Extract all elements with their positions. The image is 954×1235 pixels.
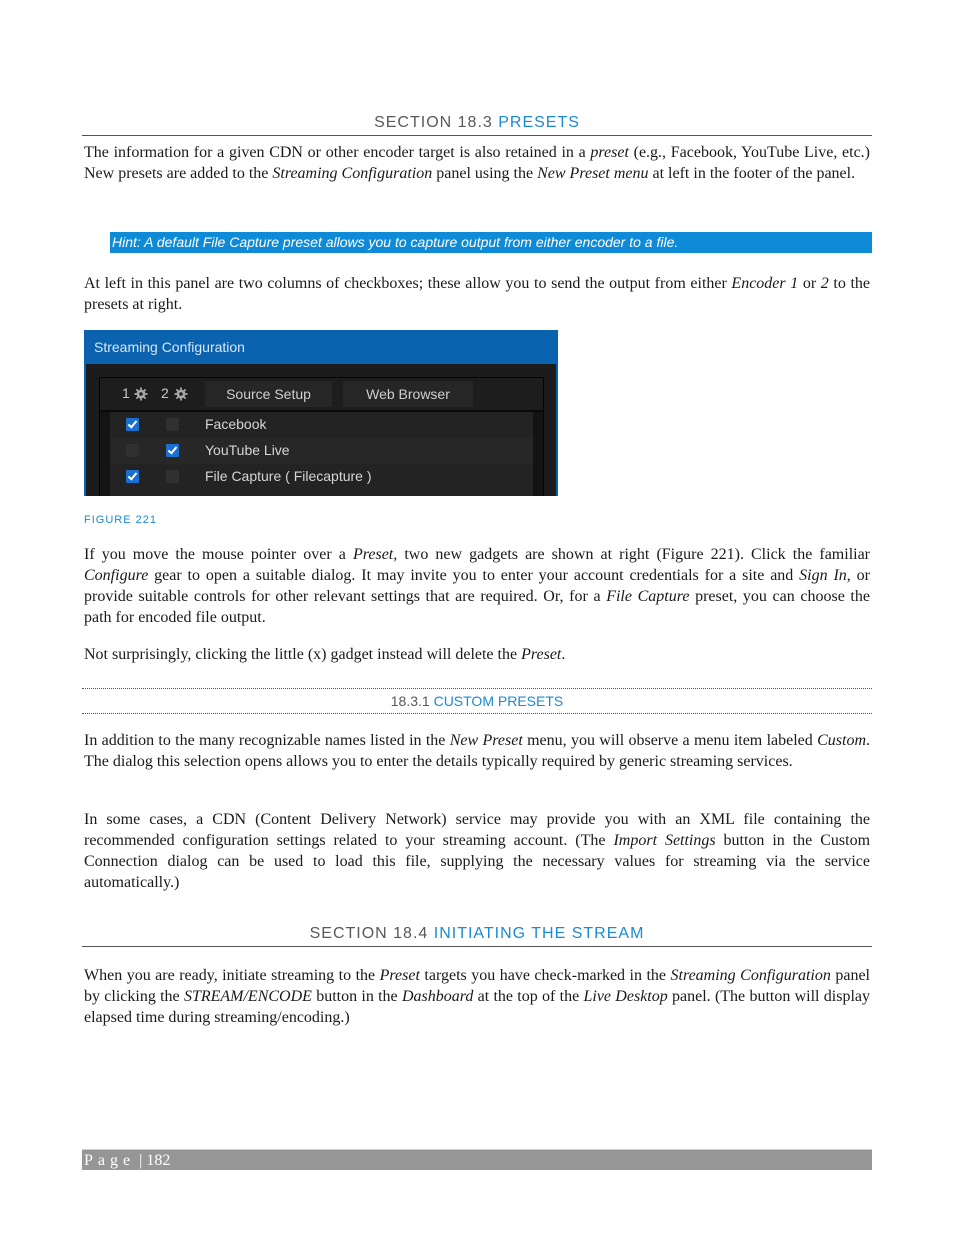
encoder-2-checkbox-youtube-live[interactable] [166,444,179,457]
streaming-configuration-panel: Streaming Configuration 1 2 Source Setup… [84,330,558,496]
paragraph-preset-gadgets: If you move the mouse pointer over a Pre… [84,546,871,626]
section-title: PRESETS [498,114,580,131]
preset-list: Facebook YouTube Live File Capture ( Fil… [110,412,533,496]
paragraph-delete-preset: Not surprisingly, clicking the little (x… [84,646,566,663]
encoder-2-checkbox-facebook[interactable] [166,418,179,431]
encoder-2-checkbox-file-capture[interactable] [166,470,179,483]
encoder-2-label: 2 [161,385,169,401]
panel-toolbar: 1 2 Source Setup Web Browser [100,378,543,412]
section-heading-18-3: SECTION 18.3 PRESETS [82,114,872,136]
section-prefix: SECTION 18.4 [309,925,429,942]
encoder-1-gear-icon[interactable] [134,387,148,401]
page-footer: Page | 182 [82,1149,872,1170]
page-label: Page [84,1152,136,1169]
preset-label: File Capture ( Filecapture ) [205,468,372,484]
page-number: 182 [146,1152,171,1169]
preset-list-container: 1 2 Source Setup Web Browser Facebook Yo… [99,377,544,496]
preset-row-youtube-live[interactable]: YouTube Live [110,438,533,464]
source-setup-button[interactable]: Source Setup [205,381,332,407]
encoder-1-checkbox-youtube-live[interactable] [126,444,139,457]
paragraph-xml-import: In some cases, a CDN (Content Delivery N… [84,811,871,891]
encoder-1-label: 1 [122,385,130,401]
section-heading-18-4: SECTION 18.4 INITIATING THE STREAM [82,925,872,947]
preset-row-file-capture[interactable]: File Capture ( Filecapture ) [110,464,533,490]
footer-separator: | [139,1152,143,1169]
web-browser-button[interactable]: Web Browser [343,381,473,407]
encoder-1-checkbox-facebook[interactable] [126,418,139,431]
preset-label: Facebook [205,416,267,432]
section-title: INITIATING THE STREAM [433,925,645,942]
paragraph-custom-presets: In addition to the many recognizable nam… [84,732,870,770]
paragraph-checkbox-columns: At left in this panel are two columns of… [84,275,870,313]
subsection-heading-18-3-1: 18.3.1 CUSTOM PRESETS [82,688,872,714]
panel-title: Streaming Configuration [94,339,245,355]
encoder-2-gear-icon[interactable] [174,387,188,401]
subsection-prefix: 18.3.1 [390,693,430,709]
encoder-1-checkbox-file-capture[interactable] [126,470,139,483]
hint-box: Hint: A default File Capture preset allo… [110,232,872,253]
paragraph-initiating-stream: When you are ready, initiate streaming t… [84,967,871,1026]
section-prefix: SECTION 18.3 [374,114,493,131]
subsection-title: CUSTOM PRESETS [433,693,564,709]
figure-caption: FIGURE 221 [84,514,157,526]
preset-label: YouTube Live [205,442,290,458]
preset-row-facebook[interactable]: Facebook [110,412,533,438]
paragraph-presets-intro: The information for a given CDN or other… [84,144,870,182]
panel-body: 1 2 Source Setup Web Browser Facebook Yo… [86,364,556,496]
